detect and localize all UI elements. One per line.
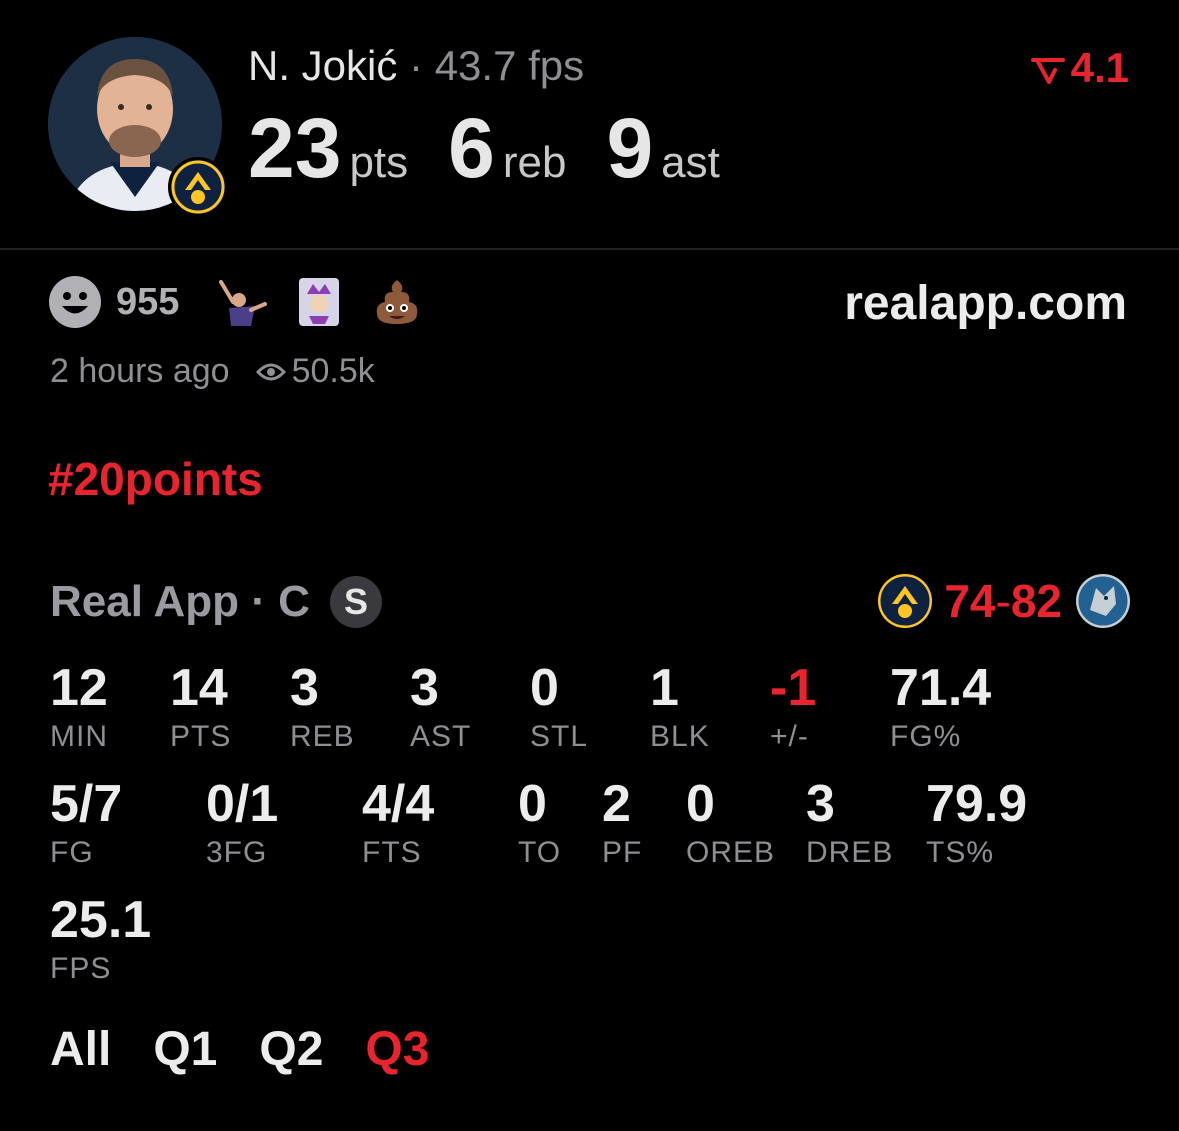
headline-ast-value: 9 (606, 101, 654, 195)
stat-value: 25.1 (50, 891, 152, 949)
separator: · (409, 42, 424, 89)
reaction-count: 955 (116, 280, 180, 323)
stat-value: 12 (50, 659, 108, 717)
game-score[interactable]: 74-82 (878, 574, 1130, 628)
tab-q1[interactable]: Q1 (153, 1022, 217, 1077)
poop-emoji-icon[interactable] (371, 276, 423, 328)
stat-fg: 5/7 FG (50, 776, 122, 870)
stat-value: 0 (686, 775, 715, 833)
headline-stats: 23 pts 6 reb 9 ast (248, 100, 760, 197)
stat-value: -1 (770, 659, 817, 717)
headline-reb-value: 6 (448, 101, 495, 195)
stat-to: 0 TO (518, 776, 561, 870)
stat-label: MIN (50, 720, 108, 753)
headline-pts-value: 23 (248, 101, 342, 195)
headline-ast-unit: ast (661, 138, 720, 187)
stat-fts: 4/4 FTS (362, 776, 434, 870)
timberwolves-logo-icon (1076, 574, 1130, 628)
stat-stl: 0 STL (530, 660, 588, 754)
stat-label: FPS (50, 952, 112, 985)
stat-reb: 3 REB (290, 660, 355, 754)
reactions-bar: 955 (48, 274, 449, 330)
stat-value: 3 (290, 659, 319, 717)
headline-reb-unit: reb (502, 138, 567, 187)
s-badge[interactable]: S (329, 576, 382, 628)
stat-label: AST (410, 720, 472, 753)
player-name[interactable]: N. Jokić (248, 42, 397, 89)
post-time: 2 hours ago (50, 352, 230, 390)
stat-label: REB (290, 720, 355, 753)
stat-plus-minus: -1 +/- (770, 660, 816, 754)
tab-q2[interactable]: Q2 (259, 1022, 323, 1077)
stat-label: BLK (650, 720, 710, 753)
stat-label: PF (602, 836, 643, 869)
stat-dreb: 3 DREB (806, 776, 893, 870)
stat-label: PTS (170, 720, 232, 753)
stat-label: STL (530, 720, 589, 753)
player-celebrate-icon[interactable] (215, 276, 268, 328)
stat-oreb: 0 OREB (686, 776, 775, 870)
views: 50.5k (255, 352, 375, 391)
stat-label: TS% (926, 836, 995, 869)
eye-icon (255, 363, 286, 380)
stat-value: 2 (602, 775, 631, 833)
hashtag-link[interactable]: #20points (48, 452, 263, 506)
stat-label: FG% (890, 720, 962, 753)
stat-label: FTS (362, 836, 422, 869)
stat-value: 0 (530, 659, 559, 717)
game-info-row: Real App · C S 74-82 (50, 574, 1130, 630)
site-link[interactable]: realapp.com (844, 276, 1127, 331)
player-fps: 43.7 fps (434, 42, 585, 89)
jester-card-icon[interactable] (293, 276, 345, 328)
view-count: 50.5k (291, 352, 375, 390)
stat-fg-pct: 71.4 FG% (890, 660, 991, 754)
rating-value: 4.1 (1070, 44, 1129, 91)
stat-ts-pct: 79.9 TS% (926, 776, 1027, 870)
stat-3fg: 0/1 3FG (206, 776, 278, 870)
source-label: Real App · C S (50, 576, 382, 628)
stat-blk: 1 BLK (650, 660, 710, 754)
source-text: Real App · C (50, 577, 310, 626)
stat-label: DREB (806, 836, 894, 869)
stat-label: 3FG (206, 836, 268, 869)
stat-value: 1 (650, 659, 679, 717)
home-score: 74 (944, 575, 996, 627)
player-header: N. Jokić · 43.7 fps 23 pts 6 reb 9 ast 4.1 (0, 0, 1179, 250)
stat-pf: 2 PF (602, 776, 642, 870)
quarter-tabs: All Q1 Q2 Q3 (50, 1022, 471, 1077)
nuggets-logo-icon (878, 574, 933, 628)
stat-label: +/- (770, 720, 809, 753)
headline-pts-unit: pts (349, 138, 409, 187)
stat-label: OREB (686, 836, 776, 869)
stat-value: 14 (170, 659, 228, 717)
away-score: 82 (1010, 575, 1062, 627)
stat-value: 71.4 (890, 659, 992, 717)
stat-value: 79.9 (926, 775, 1028, 833)
stat-ast: 3 AST (410, 660, 471, 754)
rating-arrow-icon (1030, 57, 1065, 84)
stat-fps: 25.1 FPS (50, 892, 151, 986)
rating-badge[interactable]: 4.1 (1030, 44, 1129, 92)
score-dash: - (995, 575, 1011, 627)
stat-value: 4/4 (362, 775, 435, 833)
stat-value: 5/7 (50, 775, 123, 833)
stat-label: FG (50, 836, 94, 869)
stat-value: 0 (518, 775, 547, 833)
tab-all[interactable]: All (50, 1022, 111, 1077)
stat-value: 3 (410, 659, 439, 717)
stat-value: 3 (806, 775, 835, 833)
stat-label: TO (518, 836, 562, 869)
post-meta: 2 hours ago 50.5k (50, 352, 375, 391)
stat-min: 12 MIN (50, 660, 108, 754)
stat-value: 0/1 (206, 775, 279, 833)
tab-q3[interactable]: Q3 (365, 1022, 429, 1077)
stat-pts: 14 PTS (170, 660, 231, 754)
smiley-icon[interactable] (48, 275, 102, 329)
player-name-line: N. Jokić · 43.7 fps (248, 42, 584, 90)
nuggets-logo-icon (168, 157, 228, 217)
